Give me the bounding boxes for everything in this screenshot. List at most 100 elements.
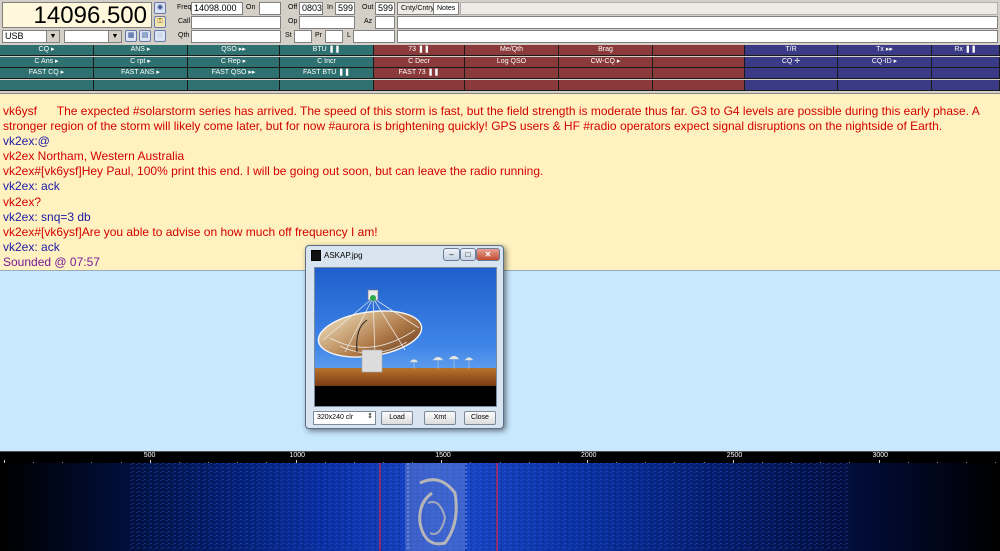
macro-button[interactable]: Log QSO	[465, 56, 559, 68]
globe-icon[interactable]: ◌	[154, 30, 166, 42]
macro-button[interactable]: FAST ANS ▸	[94, 68, 188, 79]
rx-line: vk2ex#[vk6ysf]Hey Paul, 100% print this …	[3, 164, 544, 179]
app-icon	[311, 250, 321, 261]
macro-button[interactable]	[838, 79, 932, 91]
image-preview	[314, 267, 497, 407]
macro-button[interactable]	[280, 79, 374, 91]
window-close-button[interactable]: ✕	[476, 248, 500, 261]
close-button[interactable]: Close	[464, 411, 496, 425]
freq-label: Freq	[177, 4, 192, 11]
state-field[interactable]	[294, 30, 312, 43]
time-on-field[interactable]	[259, 2, 281, 15]
macro-button[interactable]: Tx ▸▸	[838, 45, 932, 56]
macro-button[interactable]	[653, 45, 745, 56]
maximize-button[interactable]: □	[460, 248, 476, 261]
size-spinner-icon[interactable]: ⇕	[364, 411, 376, 425]
macro-button[interactable]	[94, 79, 188, 91]
macro-button[interactable]	[932, 79, 1000, 91]
mode-dropdown-arrow[interactable]: ▼	[46, 30, 60, 43]
rx-line: vk6ysf The expected #solarstorm series h…	[3, 104, 983, 134]
scale-label: 3000	[872, 452, 889, 459]
macro-button[interactable]: C Incr	[280, 56, 374, 68]
macro-button[interactable]	[653, 68, 745, 79]
azimuth-field[interactable]	[375, 16, 395, 29]
comment-field[interactable]	[397, 30, 998, 43]
macro-button[interactable]	[932, 68, 1000, 79]
macro-button[interactable]	[465, 79, 559, 91]
macro-button[interactable]: FAST 73 ❚❚	[374, 68, 465, 79]
macro-button[interactable]	[932, 56, 1000, 68]
macro-row: FAST CQ ▸ FAST ANS ▸ FAST QSO ▸▸ FAST BTU ❚…	[0, 68, 1000, 79]
macro-button[interactable]: CW-CQ ▸	[559, 56, 653, 68]
xmt-button[interactable]: Xmt	[424, 411, 456, 425]
macro-button[interactable]: CQ-ID ▸	[838, 56, 932, 68]
province-field[interactable]	[325, 30, 343, 43]
call-field[interactable]	[191, 16, 281, 29]
macro-button[interactable]: C Decr	[374, 56, 465, 68]
macro-button[interactable]: BTU ❚❚	[280, 45, 374, 56]
macro-button[interactable]: Me/Qth	[465, 45, 559, 56]
load-button[interactable]: Load	[381, 411, 413, 425]
macro-button[interactable]	[559, 68, 653, 79]
smeter-icon[interactable]: ◉	[154, 2, 166, 14]
macro-button[interactable]: FAST BTU ❚❚	[280, 68, 374, 79]
macro-button[interactable]	[0, 79, 94, 91]
macro-button[interactable]: ANS ▸	[94, 45, 188, 56]
macro-button[interactable]	[374, 79, 465, 91]
macro-button[interactable]: T/R	[745, 45, 838, 56]
locator-label: L	[347, 32, 351, 39]
macro-button[interactable]: Rx ❚❚	[932, 45, 1000, 56]
dialog-titlebar[interactable]: ASKAP.jpg – □ ✕	[306, 246, 503, 266]
time-off-field[interactable]: 0803	[299, 2, 323, 15]
macro-button[interactable]	[653, 56, 745, 68]
rst-in-field[interactable]: 599	[335, 2, 355, 15]
off-label: Off	[288, 4, 298, 11]
macro-button[interactable]: QSO ▸▸	[188, 45, 280, 56]
rst-out-field[interactable]: 599	[375, 2, 395, 15]
scale-label: 2500	[726, 452, 743, 459]
macro-button[interactable]	[745, 68, 838, 79]
macro-button[interactable]: FAST CQ ▸	[0, 68, 94, 79]
rx-line: vk2ex Northam, Western Australia	[3, 149, 185, 164]
waterfall-graphic	[0, 463, 1000, 551]
rx-line: vk2ex: ack	[3, 179, 60, 194]
macro-button[interactable]: C rpt ▸	[94, 56, 188, 68]
lock-icon[interactable]: ⚿	[154, 16, 166, 28]
memory-icon[interactable]: ▤	[139, 30, 151, 42]
macro-button[interactable]	[653, 79, 745, 91]
macro-button[interactable]	[188, 79, 280, 91]
macro-button[interactable]: 73 ❚❚	[374, 45, 465, 56]
locator-field[interactable]	[353, 30, 395, 43]
notes-area[interactable]	[460, 2, 998, 15]
macro-button[interactable]: Brag	[559, 45, 653, 56]
waterfall-display[interactable]	[0, 463, 1000, 551]
tab-notes[interactable]: Notes	[433, 2, 460, 15]
scale-label: 2000	[581, 452, 597, 459]
macro-button[interactable]: C Rep ▸	[188, 56, 280, 68]
frequency-display[interactable]: 14096.500	[2, 2, 152, 28]
tab-country[interactable]: Cnty/Cntry	[397, 2, 439, 15]
macro-bar: CQ ▸ ANS ▸ QSO ▸▸ BTU ❚❚ 73 ❚❚ Me/Qth Brag T/R T…	[0, 45, 1000, 91]
image-dialog[interactable]: ASKAP.jpg – □ ✕ 320x240 clr ⇕ Load Xmt C…	[305, 245, 504, 429]
bandwidth-dropdown-arrow[interactable]: ▼	[108, 30, 122, 43]
minimize-button[interactable]: –	[443, 248, 460, 261]
macro-button[interactable]: C Ans ▸	[0, 56, 94, 68]
scale-label: 1000	[289, 452, 306, 459]
macro-button[interactable]: CQ ▸	[0, 45, 94, 56]
macro-button[interactable]	[559, 79, 653, 91]
db-icon[interactable]: ▦	[125, 30, 137, 42]
qth-field[interactable]	[191, 30, 281, 43]
waterfall-scale[interactable]: 500 1000 1500 2000 2500 3000	[0, 451, 1000, 466]
macro-button[interactable]: CQ ✛	[745, 56, 838, 68]
macro-button[interactable]	[465, 68, 559, 79]
rst-out-label: Out	[362, 4, 374, 11]
macro-button[interactable]: FAST QSO ▸▸	[188, 68, 280, 79]
macro-row	[0, 79, 1000, 91]
dialog-title: ASKAP.jpg	[324, 251, 363, 260]
country-field[interactable]	[397, 16, 998, 29]
macro-button[interactable]	[838, 68, 932, 79]
receive-text-panel[interactable]: vk6ysf The expected #solarstorm series h…	[0, 93, 1000, 270]
freq-field[interactable]: 14098.000	[191, 2, 243, 15]
macro-button[interactable]	[745, 79, 838, 91]
op-name-field[interactable]	[299, 16, 355, 29]
